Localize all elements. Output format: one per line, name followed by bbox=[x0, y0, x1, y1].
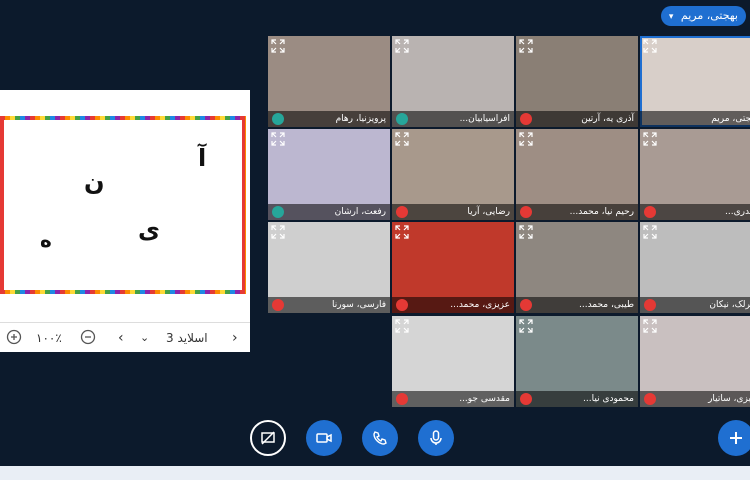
slide-toolbar: ۱۰۰٪ ‹ ⌄ اسلاید 3 › bbox=[0, 322, 250, 353]
participant-name: محمودی نیا... bbox=[516, 391, 638, 407]
minus-circle-icon bbox=[80, 329, 96, 345]
active-speaker-name: بهجتی، مریم bbox=[680, 9, 738, 22]
expand-icon[interactable] bbox=[643, 225, 657, 239]
mic-muted-icon bbox=[520, 206, 532, 218]
microphone-icon bbox=[430, 430, 442, 445]
participant-tile[interactable]: مقدسی جو... bbox=[392, 316, 514, 407]
participant-tile[interactable]: افراسیابیان... bbox=[392, 36, 514, 127]
participant-name: رفعت، ارشان bbox=[268, 204, 390, 220]
participant-name: بهجتی، مریم bbox=[640, 111, 750, 127]
phone-button[interactable] bbox=[362, 420, 398, 456]
mic-muted-icon bbox=[520, 393, 532, 405]
participant-name: فارسی، سورنا bbox=[268, 297, 390, 313]
participant-tile[interactable]: رحیم نیا، محمد... bbox=[516, 129, 638, 220]
expand-icon[interactable] bbox=[643, 39, 657, 53]
video-camera-icon bbox=[316, 433, 332, 443]
participant-name: آذری یه، آرتین bbox=[516, 111, 638, 127]
mic-muted-icon bbox=[644, 299, 656, 311]
participant-name: سرلک، نیکان bbox=[640, 297, 750, 313]
mic-muted-icon bbox=[272, 299, 284, 311]
participant-tile[interactable]: سرلک، نیکان bbox=[640, 222, 750, 313]
os-taskbar bbox=[0, 466, 750, 480]
headset-icon bbox=[396, 113, 408, 125]
participant-name: پرویزنیا، رهام bbox=[268, 111, 390, 127]
expand-icon[interactable] bbox=[519, 319, 533, 333]
share-off-button[interactable] bbox=[250, 420, 286, 456]
next-slide-button[interactable]: ‹ bbox=[118, 329, 124, 347]
participant-tile[interactable]: فارسی، سورنا bbox=[268, 222, 390, 313]
slide-rainbow-border bbox=[0, 116, 246, 294]
expand-icon[interactable] bbox=[271, 132, 285, 146]
previous-slide-button[interactable]: › bbox=[232, 329, 238, 347]
participant-tile[interactable]: آذری یه، آرتین bbox=[516, 36, 638, 127]
plus-icon bbox=[730, 432, 742, 444]
chevron-down-icon: ▾ bbox=[668, 12, 674, 22]
zoom-out-button[interactable] bbox=[80, 329, 96, 347]
participant-tile[interactable]: عزیزی، محمد... bbox=[392, 222, 514, 313]
slide-letter: آ bbox=[198, 144, 207, 172]
participant-tile[interactable]: حیدری... bbox=[640, 129, 750, 220]
screen-share-off-icon bbox=[261, 431, 275, 445]
zoom-in-button[interactable] bbox=[6, 329, 22, 347]
participant-tile[interactable]: محمودی نیا... bbox=[516, 316, 638, 407]
participant-tile[interactable]: فایزی، ساتیار bbox=[640, 316, 750, 407]
slide-letter: ن bbox=[84, 168, 105, 196]
headset-icon bbox=[272, 206, 284, 218]
slide-letter: ی bbox=[138, 216, 160, 244]
expand-icon[interactable] bbox=[271, 39, 285, 53]
slide-letter: ه bbox=[40, 228, 52, 252]
participant-tile[interactable]: طیبی، محمد... bbox=[516, 222, 638, 313]
mic-muted-icon bbox=[644, 206, 656, 218]
participant-tile[interactable]: بهجتی، مریم bbox=[640, 36, 750, 127]
headset-icon bbox=[272, 113, 284, 125]
expand-icon[interactable] bbox=[395, 225, 409, 239]
participant-tile[interactable]: رفعت، ارشان bbox=[268, 129, 390, 220]
participant-tile[interactable]: رضایی، آریا bbox=[392, 129, 514, 220]
participant-tile[interactable]: پرویزنیا، رهام bbox=[268, 36, 390, 127]
active-speaker-badge[interactable]: بهجتی، مریم ▾ bbox=[660, 6, 746, 26]
mic-muted-icon bbox=[644, 393, 656, 405]
add-button[interactable] bbox=[718, 420, 750, 456]
participant-name: رضایی، آریا bbox=[392, 204, 514, 220]
slide-number: اسلاید 3 bbox=[166, 331, 208, 345]
expand-icon[interactable] bbox=[519, 132, 533, 146]
participant-name: رحیم نیا، محمد... bbox=[516, 204, 638, 220]
participant-name: مقدسی جو... bbox=[392, 391, 514, 407]
presentation-panel: آ ن ی ه ۱۰۰٪ ‹ ⌄ اسلاید 3 › bbox=[0, 90, 250, 352]
expand-icon[interactable] bbox=[395, 39, 409, 53]
mic-muted-icon bbox=[520, 113, 532, 125]
expand-icon[interactable] bbox=[643, 319, 657, 333]
mic-muted-icon bbox=[396, 206, 408, 218]
participant-name: عزیزی، محمد... bbox=[392, 297, 514, 313]
participant-name: طیبی، محمد... bbox=[516, 297, 638, 313]
participant-name: فایزی، ساتیار bbox=[640, 391, 750, 407]
plus-circle-icon bbox=[6, 329, 22, 345]
mic-muted-icon bbox=[520, 299, 532, 311]
microphone-button[interactable] bbox=[418, 420, 454, 456]
slide-canvas: آ ن ی ه bbox=[0, 116, 248, 298]
expand-icon[interactable] bbox=[395, 319, 409, 333]
expand-icon[interactable] bbox=[643, 132, 657, 146]
expand-icon[interactable] bbox=[519, 225, 533, 239]
mic-muted-icon bbox=[396, 393, 408, 405]
expand-icon[interactable] bbox=[395, 132, 409, 146]
expand-icon[interactable] bbox=[271, 225, 285, 239]
participant-name: حیدری... bbox=[640, 204, 750, 220]
camera-button[interactable] bbox=[306, 420, 342, 456]
mic-muted-icon bbox=[396, 299, 408, 311]
phone-icon bbox=[373, 431, 387, 445]
slide-dropdown-chevron-icon[interactable]: ⌄ bbox=[140, 329, 149, 347]
zoom-level: ۱۰۰٪ bbox=[36, 331, 62, 345]
participant-name: افراسیابیان... bbox=[392, 111, 514, 127]
expand-icon[interactable] bbox=[519, 39, 533, 53]
